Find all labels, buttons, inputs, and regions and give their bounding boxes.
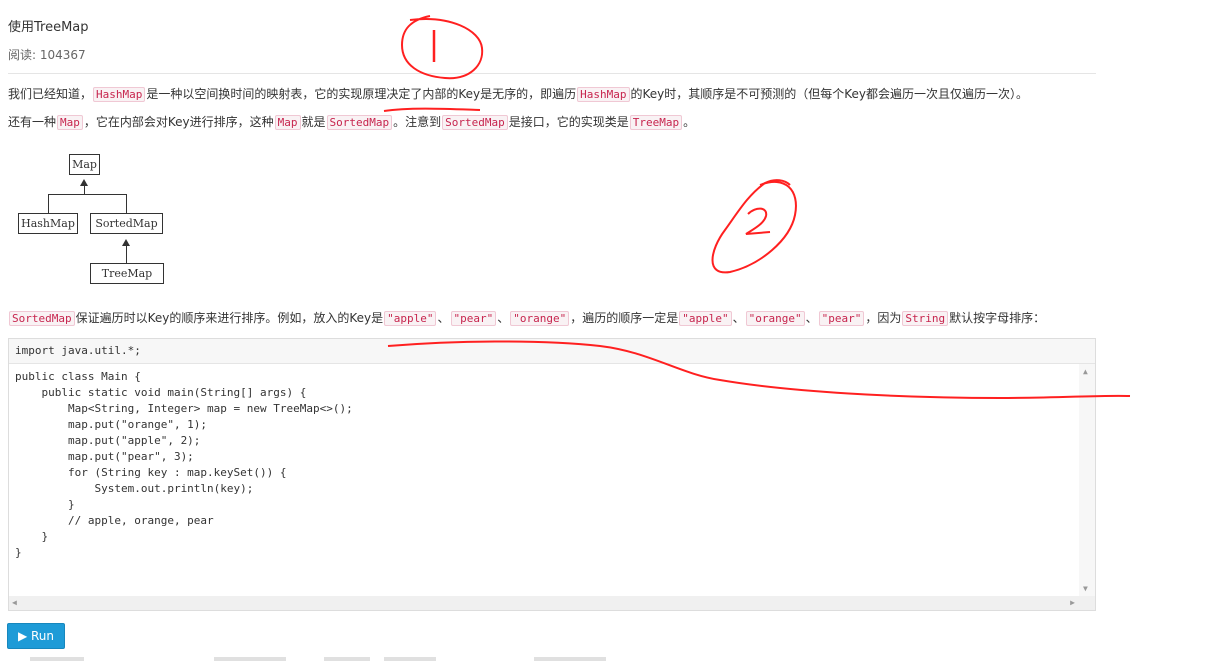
code-treemap: TreeMap: [629, 115, 683, 130]
code-line: for (String key : map.keySet()) {: [15, 466, 287, 479]
text: 。注意到: [393, 115, 442, 129]
code-line: // apple, orange, pear: [15, 514, 214, 527]
code-sortedmap: SortedMap: [442, 115, 508, 130]
code-string-type: String: [902, 311, 949, 326]
cut-off-button: [384, 657, 436, 661]
code-area[interactable]: public class Main { public static void m…: [9, 364, 1079, 596]
code-map: Map: [57, 115, 83, 130]
text: 还有一种: [8, 115, 57, 129]
run-button[interactable]: ▶ Run: [7, 623, 65, 649]
cut-off-button: [324, 657, 370, 661]
text: 、: [732, 311, 745, 325]
divider: [8, 73, 1096, 74]
horizontal-scrollbar[interactable]: ◀ ▶: [9, 596, 1095, 610]
paragraph-hashmap: 我们已经知道， HashMap 是一种以空间换时间的映射表，它的实现原理决定了内部的…: [8, 85, 1028, 104]
diagram-line: [84, 186, 85, 194]
annotation-circle-1: [400, 15, 484, 80]
arrow-up-icon: [80, 179, 88, 186]
code-line: map.put("pear", 3);: [15, 450, 194, 463]
text: 。: [683, 115, 696, 129]
code-string: "apple": [384, 311, 437, 326]
text: 就是: [301, 115, 326, 129]
text: 默认按字母排序：: [949, 311, 1046, 325]
code-string: "orange": [510, 311, 570, 326]
scroll-up-icon[interactable]: ▲: [1083, 367, 1088, 376]
text: 、: [497, 311, 510, 325]
code-hashmap: HashMap: [577, 87, 630, 102]
text: 我们已经知道，: [8, 87, 93, 101]
cut-off-button: [214, 657, 286, 661]
diagram-line: [126, 194, 127, 213]
code-hashmap: HashMap: [93, 87, 146, 102]
cut-off-button: [534, 657, 606, 661]
code-string: "orange": [745, 311, 805, 326]
code-line: }: [15, 546, 22, 559]
diagram-sortedmap-box: SortedMap: [90, 213, 163, 234]
code-string: "pear": [450, 311, 497, 326]
text: ，遍历的顺序一定是: [570, 311, 679, 325]
code-line: map.put("apple", 2);: [15, 434, 201, 447]
vertical-scrollbar[interactable]: ▲ ▼: [1079, 364, 1095, 596]
import-line: import java.util.*;: [15, 344, 141, 357]
text: ，因为: [865, 311, 902, 325]
scroll-left-icon[interactable]: ◀: [12, 598, 17, 607]
code-string: "pear": [818, 311, 865, 326]
text: 是一种以空间换时间的映射表，它的实现原理决定了内部的Key是无序的，即遍历: [146, 87, 577, 101]
diagram-line: [48, 194, 127, 195]
diagram-line: [126, 246, 127, 263]
paragraph-sortedmap: 还有一种 Map ，它在内部会对Key进行排序，这种 Map 就是 SortedMap 。注…: [8, 113, 695, 132]
code-line: }: [15, 530, 49, 543]
code-line: public static void main(String[] args) {: [15, 386, 307, 399]
diagram-map-box: Map: [69, 154, 100, 175]
code-line: System.out.println(key);: [15, 482, 254, 495]
code-line: public class Main {: [15, 370, 141, 383]
diagram-hashmap-box: HashMap: [18, 213, 78, 234]
code-line: Map<String, Integer> map = new TreeMap<>…: [15, 402, 353, 415]
text: 、: [437, 311, 450, 325]
diagram-line: [48, 194, 49, 213]
paragraph-ordering: SortedMap 保证遍历时以Key的顺序来进行排序。例如，放入的Key是 "ap…: [8, 309, 1045, 328]
code-line: map.put("orange", 1);: [15, 418, 208, 431]
code-string: "apple": [679, 311, 732, 326]
annotation-underline-1: [383, 107, 481, 112]
code-line: }: [15, 498, 75, 511]
code-editor[interactable]: import java.util.*; public class Main { …: [8, 338, 1096, 611]
diagram-treemap-box: TreeMap: [90, 263, 164, 284]
text: 的Key时，其顺序是不可预测的（但每个Key都会遍历一次且仅遍历一次）。: [630, 87, 1029, 101]
annotation-circle-2: [711, 179, 797, 274]
text: 、: [805, 311, 818, 325]
text: ，它在内部会对Key进行排序，这种: [83, 115, 274, 129]
cut-off-button: [30, 657, 84, 661]
code-map: Map: [274, 115, 301, 130]
code-sortedmap: SortedMap: [326, 115, 393, 130]
import-header: import java.util.*;: [9, 339, 1095, 364]
read-count: 阅读: 104367: [8, 48, 86, 62]
code-sortedmap: SortedMap: [9, 311, 75, 326]
text: 是接口，它的实现类是: [508, 115, 629, 129]
text: 保证遍历时以Key的顺序来进行排序。例如，放入的Key是: [75, 311, 384, 325]
scroll-down-icon[interactable]: ▼: [1083, 584, 1088, 593]
annotation-digit-2: [745, 207, 771, 235]
scroll-right-icon[interactable]: ▶: [1070, 598, 1075, 607]
article-title: 使用TreeMap: [8, 20, 89, 35]
arrow-up-icon: [122, 239, 130, 246]
